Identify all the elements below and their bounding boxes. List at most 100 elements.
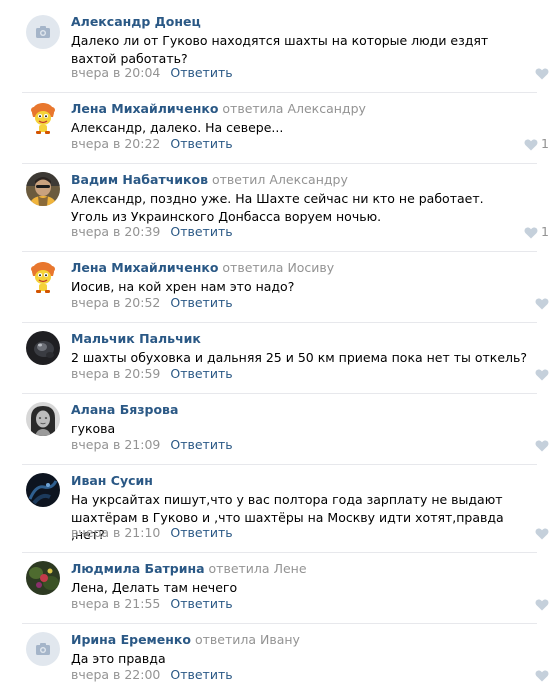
comment-meta: вчера в 20:59 Ответить <box>71 366 233 382</box>
comment-meta: вчера в 20:52 Ответить <box>71 295 233 311</box>
author-line: Александр Донец <box>71 14 201 30</box>
like-button[interactable] <box>535 525 551 541</box>
like-button[interactable] <box>535 295 551 311</box>
heart-icon <box>535 298 549 310</box>
author-line: Лена Михайличенко ответила Иосиву <box>71 260 334 276</box>
reply-verb: ответил <box>212 172 266 187</box>
comment-date[interactable]: вчера в 21:09 <box>71 437 160 452</box>
author-line: Иван Сусин <box>71 473 153 489</box>
author-name[interactable]: Лена Михайличенко <box>71 260 218 275</box>
like-button[interactable]: 1 <box>524 224 551 240</box>
author-name[interactable]: Иван Сусин <box>71 473 153 488</box>
like-count: 1 <box>541 136 549 151</box>
reply-button[interactable]: Ответить <box>170 437 232 452</box>
heart-icon <box>535 369 549 381</box>
author-line: Вадим Набатчиков ответил Александру <box>71 172 348 188</box>
author-name[interactable]: Ирина Еременко <box>71 632 191 647</box>
reply-target[interactable]: Ивану <box>260 632 300 647</box>
reply-target[interactable]: Лене <box>274 561 307 576</box>
comment-text: гукова <box>71 421 116 436</box>
avatar[interactable] <box>26 402 60 436</box>
avatar[interactable] <box>26 101 60 135</box>
comment-date[interactable]: вчера в 20:39 <box>71 224 160 239</box>
author-name[interactable]: Людмила Батрина <box>71 561 205 576</box>
comment-item: Вадим Набатчиков ответил Александру Алек… <box>0 163 551 240</box>
comment-date[interactable]: вчера в 21:55 <box>71 596 160 611</box>
night-photo-icon <box>26 473 60 507</box>
like-button[interactable] <box>535 437 551 453</box>
comment-meta: вчера в 20:39 Ответить <box>71 224 233 240</box>
heart-icon <box>524 227 538 239</box>
comment-meta: вчера в 21:10 Ответить <box>71 525 233 541</box>
avatar[interactable] <box>26 331 60 365</box>
heart-icon <box>535 528 549 540</box>
reply-target[interactable]: Иосиву <box>287 260 334 275</box>
avatar[interactable] <box>26 260 60 294</box>
comment-text: Иосив, на кой хрен нам это надо? <box>71 279 295 294</box>
cartoon-character-icon <box>26 101 60 135</box>
reply-button[interactable]: Ответить <box>170 525 232 540</box>
author-line: Ирина Еременко ответила Ивану <box>71 632 300 648</box>
reply-target[interactable]: Александру <box>287 101 365 116</box>
comment-date[interactable]: вчера в 22:00 <box>71 667 160 682</box>
avatar[interactable] <box>26 172 60 206</box>
comment-date[interactable]: вчера в 20:59 <box>71 366 160 381</box>
like-button[interactable] <box>535 366 551 382</box>
comment-date[interactable]: вчера в 20:22 <box>71 136 160 151</box>
like-button[interactable]: 1 <box>524 136 551 152</box>
comment-meta: вчера в 22:00 Ответить <box>71 667 233 683</box>
woman-bw-photo-icon <box>26 402 60 436</box>
comment-item: Людмила Батрина ответила Лене Лена, Дела… <box>0 552 551 613</box>
dark-photo-icon <box>26 331 60 365</box>
reply-to: ответила Александру <box>222 101 366 116</box>
like-button[interactable] <box>535 596 551 612</box>
author-name[interactable]: Лена Михайличенко <box>71 101 218 116</box>
author-line: Лена Михайличенко ответила Александру <box>71 101 366 117</box>
reply-to: ответил Александру <box>212 172 348 187</box>
comment-text: Лена, Делать там нечего <box>71 580 238 595</box>
man-photo-icon <box>26 172 60 206</box>
heart-icon <box>535 599 549 611</box>
reply-button[interactable]: Ответить <box>170 295 232 310</box>
comment-meta: вчера в 21:09 Ответить <box>71 437 233 453</box>
reply-button[interactable]: Ответить <box>170 667 232 682</box>
author-line: Мальчик Пальчик <box>71 331 201 347</box>
avatar[interactable] <box>26 561 60 595</box>
heart-icon <box>535 68 549 80</box>
comment-meta: вчера в 21:55 Ответить <box>71 596 233 612</box>
reply-button[interactable]: Ответить <box>170 65 232 80</box>
comment-date[interactable]: вчера в 20:52 <box>71 295 160 310</box>
reply-target[interactable]: Александру <box>269 172 347 187</box>
author-line: Людмила Батрина ответила Лене <box>71 561 307 577</box>
comment-date[interactable]: вчера в 21:10 <box>71 525 160 540</box>
comment-meta: вчера в 20:04 Ответить <box>71 65 233 81</box>
comment-date[interactable]: вчера в 20:04 <box>71 65 160 80</box>
author-name[interactable]: Алана Бязрова <box>71 402 178 417</box>
nature-photo-icon <box>26 561 60 595</box>
comment-text: Да это правда <box>71 651 166 666</box>
avatar[interactable] <box>26 15 60 49</box>
reply-verb: ответила <box>222 260 284 275</box>
like-button[interactable] <box>535 667 551 683</box>
reply-button[interactable]: Ответить <box>170 136 232 151</box>
reply-button[interactable]: Ответить <box>170 366 232 381</box>
comment-item: Ирина Еременко ответила Ивану Да это пра… <box>0 623 551 684</box>
comment-item: Иван Сусин На укрсайтах пишут,что у вас … <box>0 464 551 543</box>
avatar[interactable] <box>26 632 60 666</box>
comment-text: Александр, далеко. На севере... <box>71 120 284 135</box>
cartoon-character-icon <box>26 260 60 294</box>
comment-item: Мальчик Пальчик 2 шахты обуховка и дальн… <box>0 322 551 383</box>
reply-verb: ответила <box>222 101 284 116</box>
reply-button[interactable]: Ответить <box>170 596 232 611</box>
camera-placeholder-icon <box>26 15 60 49</box>
reply-button[interactable]: Ответить <box>170 224 232 239</box>
author-name[interactable]: Мальчик Пальчик <box>71 331 201 346</box>
like-button[interactable] <box>535 65 551 81</box>
reply-verb: ответила <box>194 632 256 647</box>
comment-text: Далеко ли от Гуково находятся шахты на к… <box>71 33 489 66</box>
reply-to: ответила Лене <box>209 561 307 576</box>
avatar[interactable] <box>26 473 60 507</box>
author-name[interactable]: Александр Донец <box>71 14 201 29</box>
heart-icon <box>535 440 549 452</box>
author-name[interactable]: Вадим Набатчиков <box>71 172 208 187</box>
